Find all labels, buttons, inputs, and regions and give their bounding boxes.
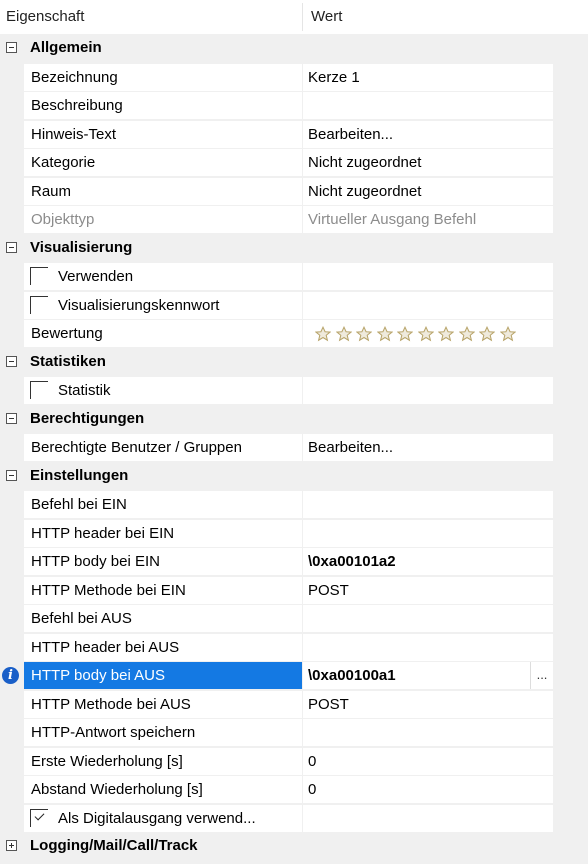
column-divider[interactable] <box>302 3 303 31</box>
property-label: Verwenden <box>58 268 134 285</box>
property-row-http-body-bei-ein[interactable]: HTTP body bei EIN \0xa00101a2 <box>0 547 588 576</box>
property-value[interactable]: POST <box>308 691 349 718</box>
star-icon[interactable] <box>458 326 475 342</box>
property-value[interactable]: Bearbeiten... <box>308 434 393 461</box>
property-value[interactable]: POST <box>308 577 349 604</box>
property-row-befehl-bei-aus[interactable]: Befehl bei AUS <box>0 604 588 633</box>
column-header-property[interactable]: Eigenschaft <box>6 0 84 34</box>
property-row-bewertung[interactable]: Bewertung <box>0 319 588 348</box>
expand-icon[interactable] <box>6 840 17 851</box>
property-row-http-antwort-speichern[interactable]: HTTP-Antwort speichern <box>0 718 588 747</box>
property-label: HTTP body bei AUS <box>31 667 165 684</box>
property-value[interactable]: Nicht zugeordnet <box>308 178 421 205</box>
collapse-icon[interactable] <box>6 469 17 481</box>
property-label: Bezeichnung <box>31 68 118 86</box>
property-value[interactable]: \0xa00100a1 <box>308 662 396 689</box>
star-icon[interactable] <box>479 326 495 342</box>
property-row-bezeichnung[interactable]: Bezeichnung Kerze 1 <box>0 63 588 92</box>
collapse-icon[interactable] <box>6 42 17 53</box>
column-header-value[interactable]: Wert <box>311 0 342 34</box>
property-row-beschreibung[interactable]: Beschreibung <box>0 91 588 120</box>
property-row-raum[interactable]: Raum Nicht zugeordnet <box>0 177 588 206</box>
property-label: Bewertung <box>31 325 103 342</box>
star-icon[interactable] <box>315 326 331 342</box>
property-label: Befehl bei AUS <box>31 610 132 627</box>
property-label: Kategorie <box>31 154 96 171</box>
property-label: Raum <box>31 182 72 200</box>
property-row-erste-wiederholung[interactable]: Erste Wiederholung [s] 0 <box>0 747 588 776</box>
star-icon[interactable] <box>335 326 352 342</box>
property-row-http-body-bei-aus[interactable]: i HTTP body bei AUS \0xa00100a1 ... <box>0 661 588 690</box>
property-label: Befehl bei EIN <box>31 496 127 513</box>
property-row-abstand-wiederholung[interactable]: Abstand Wiederholung [s] 0 <box>0 775 588 804</box>
property-label: HTTP Methode bei AUS <box>31 695 191 713</box>
category-title: Berechtigungen <box>30 409 145 427</box>
category-allgemein[interactable]: Allgemein <box>0 34 588 63</box>
property-row-befehl-bei-ein[interactable]: Befehl bei EIN <box>0 490 588 519</box>
property-value[interactable]: \0xa00101a2 <box>308 548 396 575</box>
property-label: HTTP-Antwort speichern <box>31 724 196 741</box>
property-label: Statistik <box>58 382 111 399</box>
category-berechtigungen[interactable]: Berechtigungen <box>0 404 588 433</box>
category-visualisierung[interactable]: Visualisierung <box>0 233 588 262</box>
property-value: Virtueller Ausgang Befehl <box>308 211 477 228</box>
property-row-http-header-bei-ein[interactable]: HTTP header bei EIN <box>0 519 588 548</box>
property-row-http-methode-bei-ein[interactable]: HTTP Methode bei EIN POST <box>0 576 588 605</box>
property-label: HTTP header bei EIN <box>31 524 175 542</box>
property-row-objekttyp: Objekttyp Virtueller Ausgang Befehl <box>0 205 588 234</box>
star-icon[interactable] <box>499 326 516 342</box>
property-value[interactable]: 0 <box>308 748 316 775</box>
property-row-als-digitalausgang[interactable]: Als Digitalausgang verwend... <box>0 804 588 833</box>
property-label: Visualisierungskennwort <box>58 296 220 314</box>
category-title: Einstellungen <box>30 466 129 484</box>
category-title: Logging/Mail/Call/Track <box>30 837 198 854</box>
property-value[interactable]: 0 <box>308 776 316 803</box>
property-row-hinweis-text[interactable]: Hinweis-Text Bearbeiten... <box>0 120 588 149</box>
property-row-verwenden[interactable]: Verwenden <box>0 262 588 291</box>
star-icon[interactable] <box>376 326 393 342</box>
collapse-icon[interactable] <box>6 412 17 424</box>
property-row-visualisierungskennwort[interactable]: Visualisierungskennwort <box>0 291 588 320</box>
property-row-berechtigte-benutzer[interactable]: Berechtigte Benutzer / Gruppen Bearbeite… <box>0 433 588 462</box>
category-title: Visualisierung <box>30 238 133 256</box>
category-title: Statistiken <box>30 352 106 370</box>
property-row-statistik[interactable]: Statistik <box>0 376 588 405</box>
property-row-http-header-bei-aus[interactable]: HTTP header bei AUS <box>0 633 588 662</box>
property-label: HTTP Methode bei EIN <box>31 581 186 599</box>
star-icon[interactable] <box>438 326 454 342</box>
property-label: Abstand Wiederholung [s] <box>31 781 203 798</box>
property-value[interactable]: Nicht zugeordnet <box>308 149 421 176</box>
property-label: Erste Wiederholung [s] <box>31 752 183 770</box>
property-label: Beschreibung <box>31 97 123 114</box>
use-checkbox[interactable] <box>30 267 48 285</box>
collapse-icon[interactable] <box>6 241 17 253</box>
category-logging[interactable]: Logging/Mail/Call/Track <box>0 832 588 861</box>
property-value[interactable]: Kerze 1 <box>308 64 360 91</box>
property-row-http-methode-bei-aus[interactable]: HTTP Methode bei AUS POST <box>0 690 588 719</box>
property-row-kategorie[interactable]: Kategorie Nicht zugeordnet <box>0 148 588 177</box>
star-icon[interactable] <box>356 326 372 342</box>
password-checkbox[interactable] <box>30 295 48 314</box>
category-statistiken[interactable]: Statistiken <box>0 347 588 376</box>
property-label: HTTP header bei AUS <box>31 638 180 656</box>
collapse-icon[interactable] <box>6 355 17 367</box>
property-grid: Allgemein Bezeichnung Kerze 1 Beschreibu… <box>0 34 588 861</box>
property-label: Hinweis-Text <box>31 125 117 143</box>
statistik-checkbox[interactable] <box>30 381 48 399</box>
property-label: HTTP body bei EIN <box>31 553 160 570</box>
property-label: Als Digitalausgang verwend... <box>58 809 256 827</box>
category-einstellungen[interactable]: Einstellungen <box>0 461 588 490</box>
property-label: Objekttyp <box>31 211 95 228</box>
info-icon[interactable]: i <box>2 667 19 684</box>
category-title: Allgemein <box>30 39 102 56</box>
star-icon[interactable] <box>397 326 413 342</box>
edit-ellipsis-button[interactable]: ... <box>530 662 553 689</box>
star-icon[interactable] <box>417 326 434 342</box>
digital-output-checkbox[interactable] <box>30 808 48 827</box>
property-value[interactable]: Bearbeiten... <box>308 121 393 148</box>
property-grid-header: Eigenschaft Wert <box>0 0 588 35</box>
rating-stars[interactable] <box>315 326 516 342</box>
property-label: Berechtigte Benutzer / Gruppen <box>31 439 242 456</box>
